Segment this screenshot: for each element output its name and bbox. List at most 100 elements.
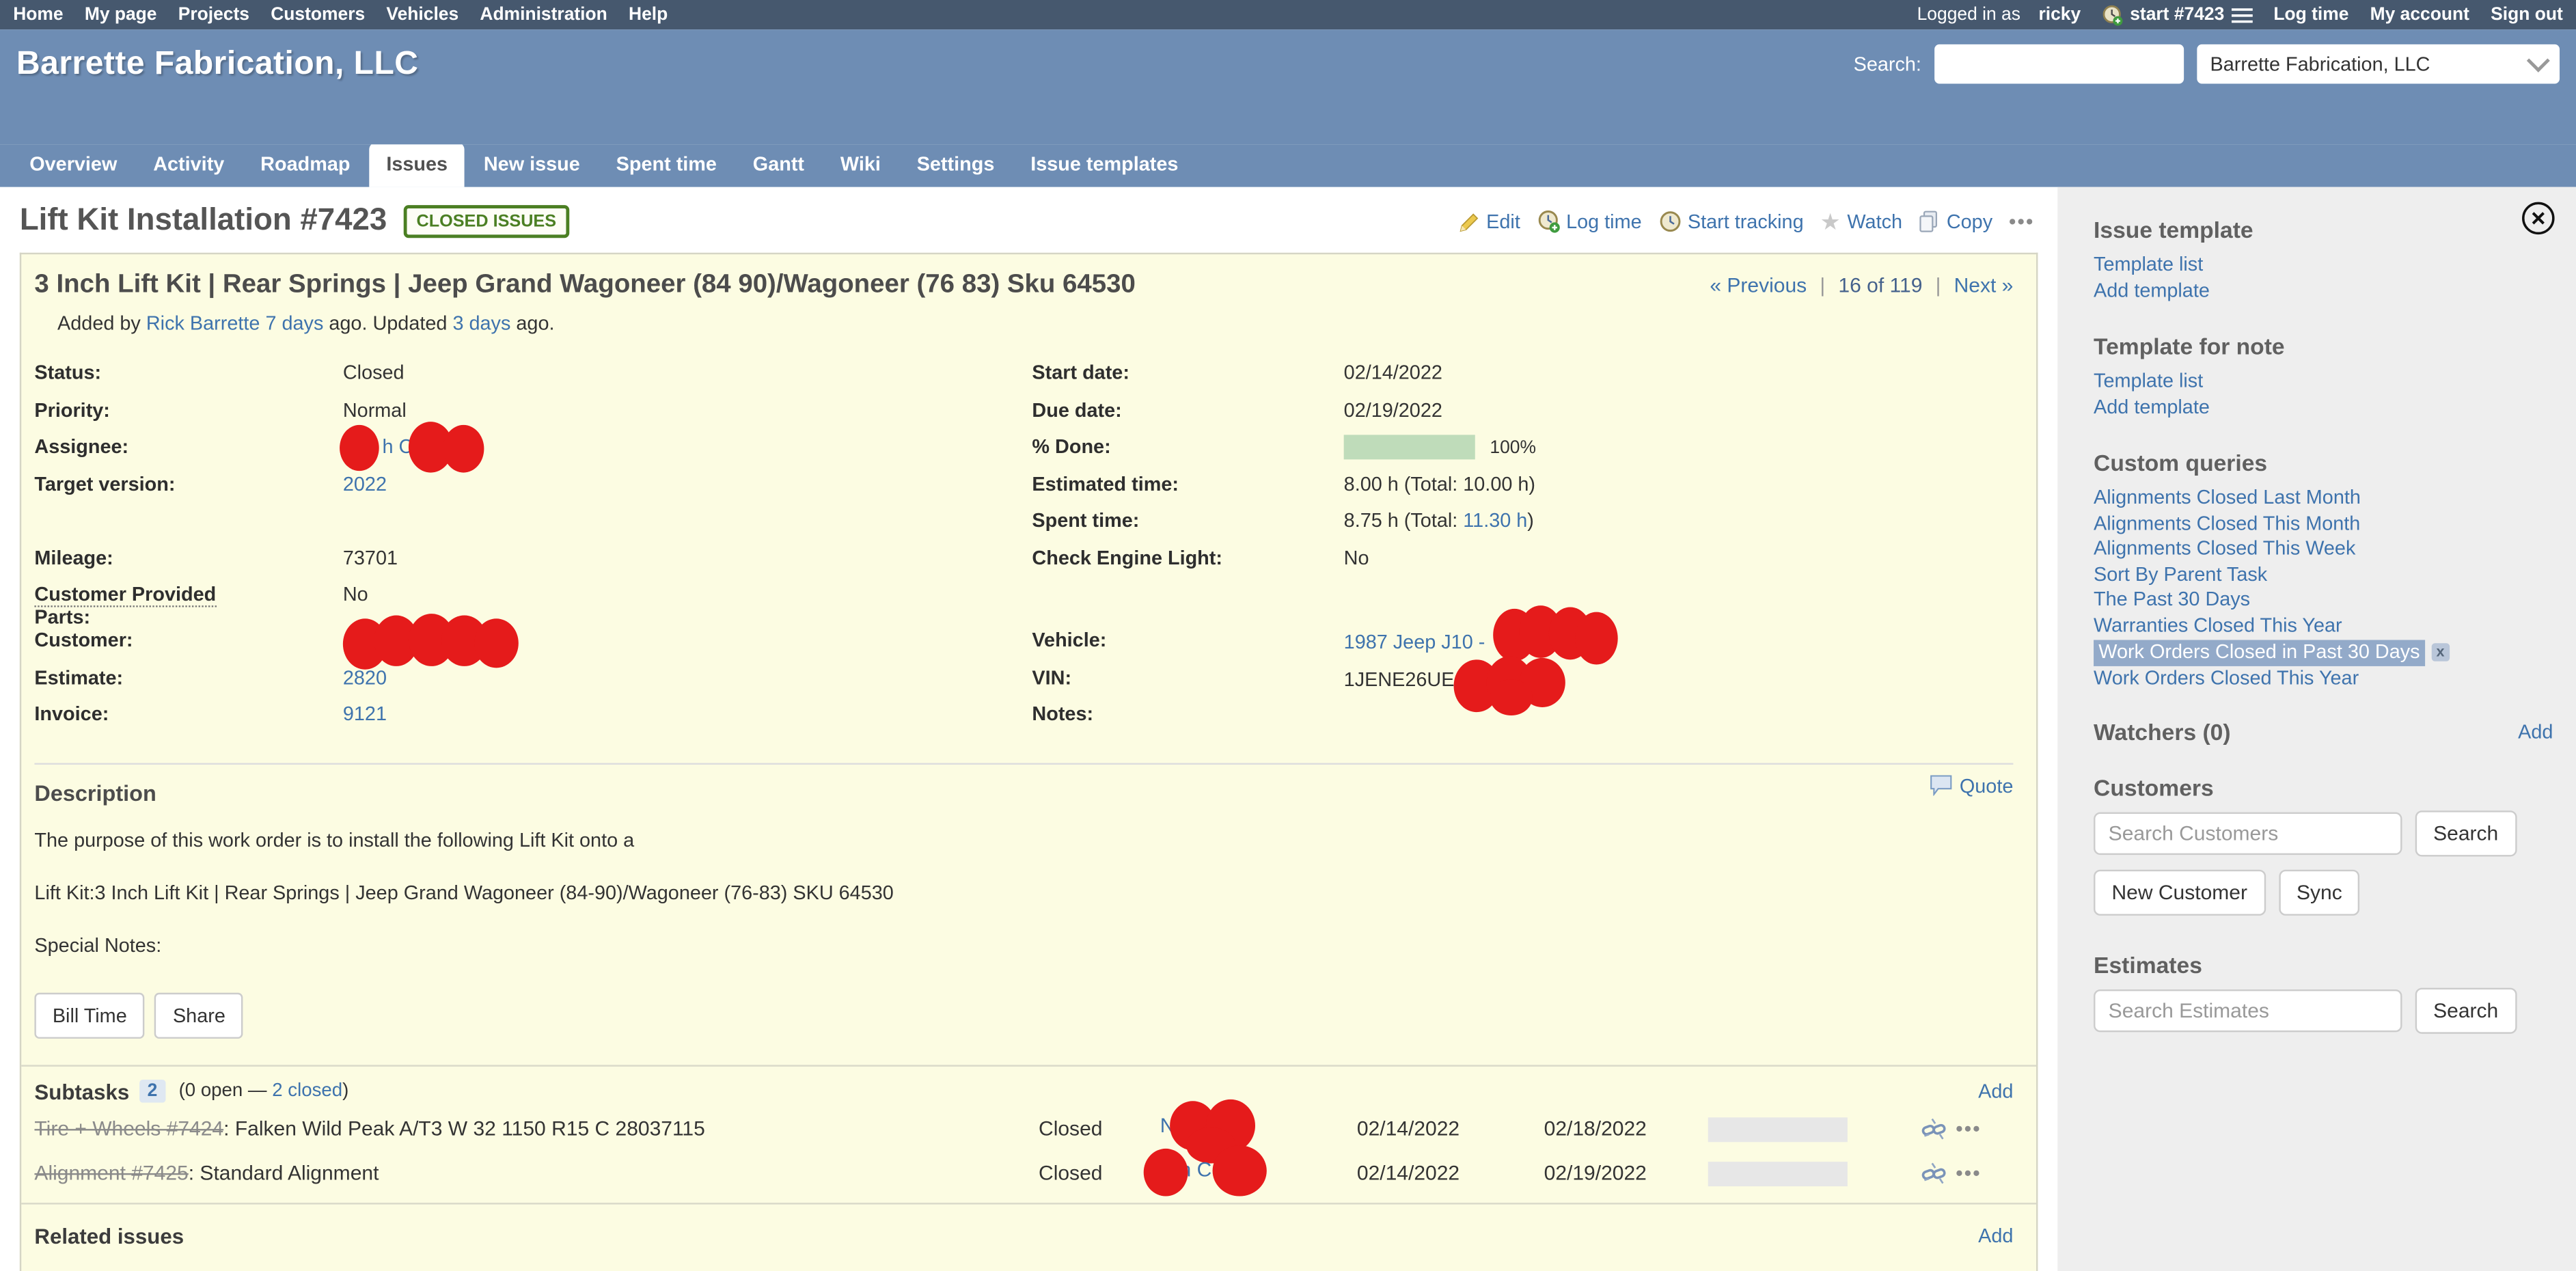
query-alignments-closed-last-month[interactable]: Alignments Closed Last Month	[2094, 486, 2553, 511]
sync-button[interactable]: Sync	[2279, 869, 2361, 914]
closed-subtasks-link[interactable]: 2 closed	[272, 1081, 342, 1101]
unlink-icon[interactable]	[1921, 1161, 1946, 1186]
start-tracking-button[interactable]: Start tracking	[1658, 210, 1804, 233]
sidebar: Issue template Template list Add templat…	[2057, 187, 2576, 1271]
new-customer-button[interactable]: New Customer	[2094, 869, 2265, 914]
query-alignments-closed-this-month[interactable]: Alignments Closed This Month	[2094, 511, 2553, 536]
description-paragraph-3: Special Notes:	[34, 933, 2013, 956]
due-date-label: Due date:	[1032, 398, 1343, 421]
menu-customers[interactable]: Customers	[271, 5, 365, 25]
spent-total-link[interactable]: 11.30 h	[1463, 508, 1527, 532]
subtasks-section: Subtasks 2 (0 open — 2 closed) Add Tire …	[21, 1064, 2036, 1202]
query-warranties-closed-this-year[interactable]: Warranties Closed This Year	[2094, 613, 2553, 638]
tab-overview[interactable]: Overview	[13, 143, 133, 187]
template-list-link[interactable]: Template list	[2094, 253, 2553, 278]
subtask-title: Falken Wild Peak A/T3 W 32 1150 R15 C 28…	[235, 1117, 705, 1140]
log-time-link[interactable]: Log time	[2273, 5, 2348, 25]
menu-administration[interactable]: Administration	[480, 5, 607, 25]
project-tabs: Overview Activity Roadmap Issues New iss…	[0, 144, 2576, 187]
mileage-label: Mileage:	[34, 545, 342, 569]
invoice-label: Invoice:	[34, 702, 342, 726]
sign-out-link[interactable]: Sign out	[2491, 5, 2563, 25]
add-watcher-link[interactable]: Add	[2518, 720, 2553, 743]
menu-my-page[interactable]: My page	[85, 5, 157, 25]
search-input[interactable]	[1934, 44, 2184, 84]
more-actions-button[interactable]: •••	[2009, 210, 2034, 233]
clock-plus-icon	[1537, 210, 1560, 233]
top-menu-bar: Home My page Projects Customers Vehicles…	[0, 0, 2576, 29]
target-version-link[interactable]: 2022	[343, 472, 387, 495]
subtasks-count-badge: 2	[139, 1080, 166, 1103]
tab-gantt[interactable]: Gantt	[737, 143, 821, 187]
clock-plus-icon[interactable]	[2102, 4, 2123, 25]
log-time-button[interactable]: Log time	[1537, 210, 1642, 233]
subtask-link[interactable]: Alignment #7425	[34, 1162, 188, 1185]
search-customers-input[interactable]	[2094, 811, 2402, 853]
search-estimates-input[interactable]	[2094, 989, 2402, 1031]
tab-issues[interactable]: Issues	[370, 143, 464, 187]
tab-activity[interactable]: Activity	[137, 143, 241, 187]
next-issue-link[interactable]: Next »	[1954, 274, 2014, 297]
unlink-icon[interactable]	[1921, 1117, 1946, 1141]
related-issues-section: Related issues Add	[21, 1202, 2036, 1271]
added-ago-link[interactable]: 7 days	[265, 312, 323, 335]
tab-wiki[interactable]: Wiki	[824, 143, 897, 187]
tab-roadmap[interactable]: Roadmap	[244, 143, 366, 187]
issue-meta: Added by Rick Barrette 7 days ago. Updat…	[57, 312, 2013, 335]
add-subtask-link[interactable]: Add	[1978, 1080, 2013, 1103]
updated-ago-link[interactable]: 3 days	[452, 312, 510, 335]
menu-vehicles[interactable]: Vehicles	[386, 5, 458, 25]
copy-button[interactable]: Copy	[1919, 210, 1992, 233]
invoice-link[interactable]: 9121	[343, 702, 387, 726]
add-template-link[interactable]: Add template	[2094, 278, 2553, 303]
subtask-assignee-redaction: h C	[1157, 1158, 1272, 1188]
project-selector[interactable]: Barrette Fabrication, LLC	[2197, 44, 2560, 84]
menu-home[interactable]: Home	[13, 5, 63, 25]
bill-time-button[interactable]: Bill Time	[34, 992, 145, 1038]
pagenav-separator2: |	[1936, 274, 1941, 297]
author-link[interactable]: Rick Barrette	[146, 312, 260, 335]
query-work-orders-closed-this-year[interactable]: Work Orders Closed This Year	[2094, 666, 2553, 692]
previous-issue-link[interactable]: « Previous	[1710, 274, 1807, 297]
search-estimates-button[interactable]: Search	[2415, 987, 2517, 1033]
edit-button[interactable]: Edit	[1458, 210, 1520, 233]
custom-queries-heading: Custom queries	[2094, 450, 2553, 476]
description-paragraph-1: The purpose of this work order is to ins…	[34, 828, 2013, 851]
vehicle-link[interactable]: 1987 Jeep J10 -	[1344, 631, 1485, 654]
tab-settings[interactable]: Settings	[901, 143, 1011, 187]
query-sort-by-parent-task[interactable]: Sort By Parent Task	[2094, 562, 2553, 587]
share-button[interactable]: Share	[155, 992, 244, 1038]
current-user-link[interactable]: ricky	[2038, 5, 2081, 25]
tab-spent-time[interactable]: Spent time	[600, 143, 733, 187]
tab-issue-templates[interactable]: Issue templates	[1014, 143, 1194, 187]
subtask-more-button[interactable]: •••	[1956, 1162, 1981, 1185]
query-alignments-closed-this-week[interactable]: Alignments Closed This Week	[2094, 536, 2553, 562]
subtask-start-date: 02/14/2022	[1357, 1162, 1544, 1185]
status-label: Status:	[34, 361, 342, 384]
subtasks-heading: Subtasks	[34, 1079, 129, 1104]
quote-link[interactable]: Quote	[1960, 774, 2014, 797]
subtask-more-button[interactable]: •••	[1956, 1117, 1981, 1140]
my-account-link[interactable]: My account	[2370, 5, 2469, 25]
menu-projects[interactable]: Projects	[178, 5, 249, 25]
start-tracking-issue-link[interactable]: start #7423	[2130, 5, 2224, 25]
menu-help[interactable]: Help	[629, 5, 668, 25]
watch-button[interactable]: ★ Watch	[1820, 210, 1902, 233]
note-template-list-link[interactable]: Template list	[2094, 369, 2553, 394]
close-icon[interactable]	[2520, 200, 2556, 236]
chevron-down-icon	[2527, 49, 2550, 72]
subtask-progress-bar	[1708, 1117, 1848, 1141]
subtask-link[interactable]: Tire + Wheels #7424	[34, 1117, 223, 1140]
main-content: Lift Kit Installation #7423 CLOSED ISSUE…	[0, 187, 2057, 1271]
query-work-orders-closed-past-30-days-selected[interactable]: Work Orders Closed in Past 30 Days	[2094, 640, 2425, 666]
note-add-template-link[interactable]: Add template	[2094, 395, 2553, 420]
check-engine-light-value: No	[1344, 545, 2014, 569]
notes-label: Notes:	[1032, 702, 1343, 726]
remove-query-icon[interactable]: x	[2431, 643, 2449, 661]
search-customers-button[interactable]: Search	[2415, 810, 2517, 856]
tab-new-issue[interactable]: New issue	[467, 143, 597, 187]
add-related-issue-link[interactable]: Add	[1978, 1224, 2013, 1247]
query-the-past-30-days[interactable]: The Past 30 Days	[2094, 588, 2553, 613]
list-icon[interactable]	[2231, 5, 2252, 23]
priority-value: Normal	[343, 398, 1032, 421]
